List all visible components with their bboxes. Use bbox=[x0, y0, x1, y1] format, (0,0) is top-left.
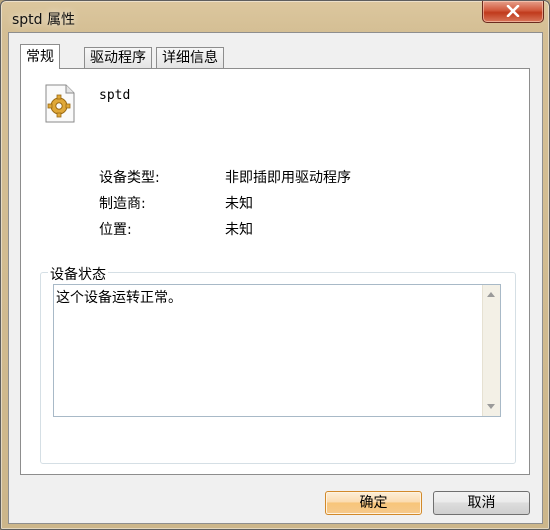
ok-button[interactable]: 确定 bbox=[325, 491, 422, 515]
device-status-text: 这个设备运转正常。 bbox=[56, 290, 182, 306]
manufacturer-value: 未知 bbox=[225, 196, 253, 212]
tab-general[interactable]: 常规 bbox=[20, 44, 60, 69]
device-status-group: 设备状态 这个设备运转正常。 bbox=[40, 264, 516, 464]
cancel-button[interactable]: 取消 bbox=[433, 491, 530, 515]
device-type-value: 非即插即用驱动程序 bbox=[225, 170, 351, 186]
properties-dialog: sptd 属性 常规 驱动程序 详细信息 sptd 设备类型: 非即插即用驱动程… bbox=[0, 0, 550, 530]
device-status-legend: 设备状态 bbox=[48, 264, 108, 284]
window-title: sptd 属性 bbox=[12, 12, 76, 28]
tab-details[interactable]: 详细信息 bbox=[156, 47, 224, 68]
scroll-up-icon[interactable] bbox=[487, 292, 495, 297]
gear-document-icon bbox=[45, 84, 75, 123]
dialog-client-area: 常规 驱动程序 详细信息 sptd 设备类型: 非即插即用驱动程序 制造商: 未… bbox=[8, 32, 543, 524]
manufacturer-label: 制造商: bbox=[99, 196, 146, 212]
title-bar[interactable]: sptd 属性 bbox=[1, 1, 549, 35]
device-type-label: 设备类型: bbox=[99, 170, 160, 186]
general-tab-panel: sptd 设备类型: 非即插即用驱动程序 制造商: 未知 位置: 未知 设备状态… bbox=[20, 68, 530, 475]
status-scrollbar[interactable] bbox=[482, 285, 500, 416]
scroll-down-icon[interactable] bbox=[487, 404, 495, 409]
device-status-textbox[interactable]: 这个设备运转正常。 bbox=[53, 284, 501, 417]
close-button[interactable] bbox=[482, 1, 544, 23]
close-icon bbox=[506, 5, 520, 17]
device-name: sptd bbox=[99, 88, 131, 103]
tab-driver[interactable]: 驱动程序 bbox=[84, 47, 152, 68]
location-value: 未知 bbox=[225, 222, 253, 238]
location-label: 位置: bbox=[99, 222, 132, 238]
